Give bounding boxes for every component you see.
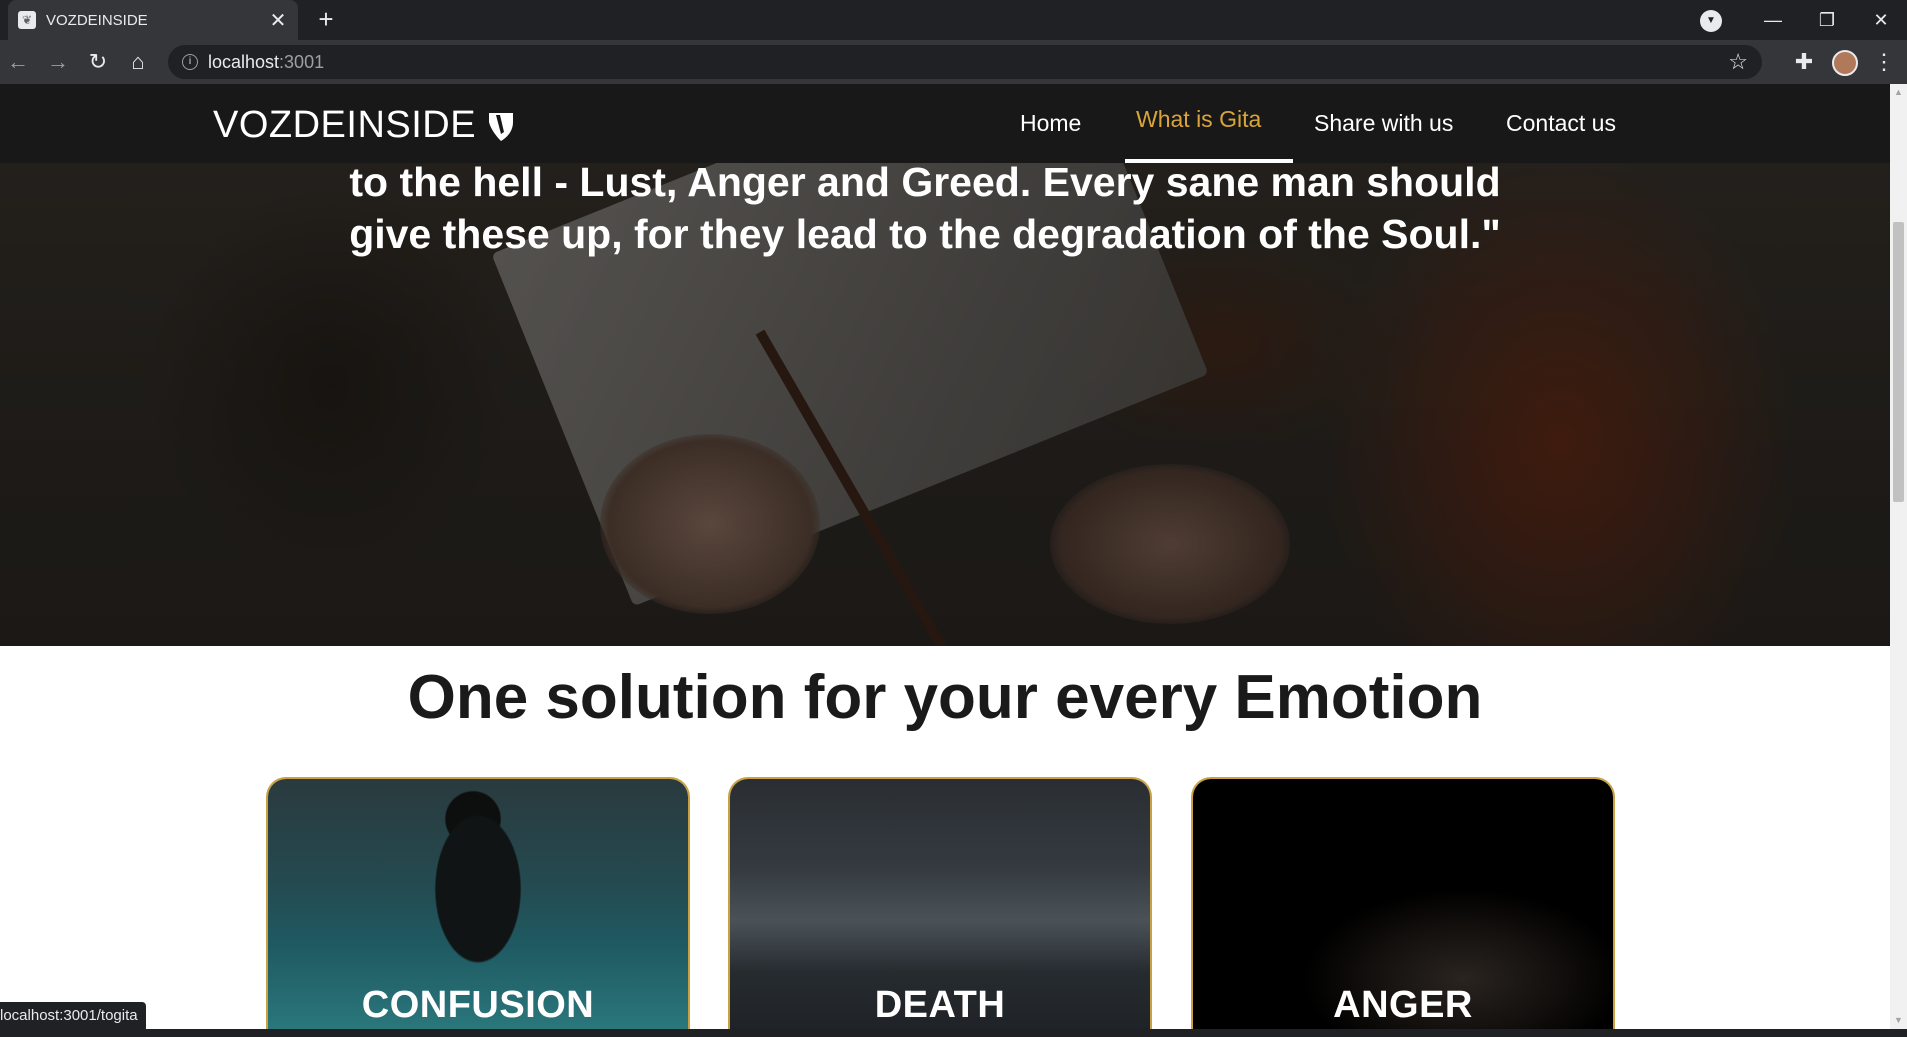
quote-line: to the hell - Lust, Anger and Greed. Eve…	[349, 159, 1501, 205]
page-scrollbar[interactable]: ▲ ▼	[1890, 84, 1907, 1029]
scrollbar-thumb[interactable]	[1893, 222, 1904, 502]
browser-tab[interactable]: ❦ VOZDEINSIDE ✕	[8, 0, 298, 40]
restore-icon[interactable]: ❐	[1803, 4, 1851, 36]
address-bar[interactable]: i localhost:3001 ☆	[168, 45, 1762, 79]
section-title: One solution for your every Emotion	[407, 663, 1483, 732]
nav-what-is-gita[interactable]: What is Gita	[1136, 106, 1261, 133]
scroll-up-icon[interactable]: ▲	[1890, 84, 1907, 101]
nav-home[interactable]: Home	[1020, 110, 1081, 137]
info-icon[interactable]: i	[182, 54, 198, 70]
site-navbar: VOZDEINSIDE Home What is Gita Share with…	[0, 84, 1890, 163]
brand-logo[interactable]: VOZDEINSIDE	[213, 104, 516, 147]
scroll-down-icon[interactable]: ▼	[1890, 1012, 1907, 1029]
browser-toolbar: ← → ↻ ⌂ i localhost:3001 ☆ ✚ ⋮	[0, 40, 1907, 84]
card-label: DEATH	[874, 984, 1006, 1026]
brand-name: VOZDEINSIDE	[213, 104, 477, 146]
active-nav-indicator	[1125, 159, 1293, 163]
nav-share-with-us[interactable]: Share with us	[1314, 110, 1453, 137]
minimize-icon[interactable]: —	[1749, 4, 1797, 36]
card-label: ANGER	[1333, 984, 1473, 1026]
window-bottom-edge	[0, 1029, 1907, 1037]
tab-search-icon[interactable]: ▼	[1700, 10, 1722, 32]
tab-title: VOZDEINSIDE	[46, 11, 148, 29]
kebab-menu-icon[interactable]: ⋮	[1870, 48, 1898, 76]
emotion-card-death[interactable]: DEATH	[728, 777, 1152, 1029]
emotion-card-anger[interactable]: ANGER	[1191, 777, 1615, 1029]
quote-line: give these up, for they lead to the degr…	[349, 211, 1501, 257]
nav-contact-us[interactable]: Contact us	[1506, 110, 1616, 137]
hero-quote: to the hell - Lust, Anger and Greed. Eve…	[0, 156, 1850, 260]
url-text: localhost:3001	[208, 52, 325, 72]
close-tab-icon[interactable]: ✕	[268, 8, 288, 33]
site-favicon-icon: ❦	[18, 11, 36, 29]
card-label: CONFUSION	[361, 984, 595, 1026]
puzzle-icon[interactable]: ✚	[1790, 48, 1818, 76]
reload-icon[interactable]: ↻	[84, 48, 112, 76]
back-arrow-icon[interactable]: ←	[4, 48, 32, 76]
page-viewport: to the hell - Lust, Anger and Greed. Eve…	[0, 84, 1907, 1029]
emotion-card-confusion[interactable]: CONFUSION	[266, 777, 690, 1029]
star-icon[interactable]: ☆	[1728, 49, 1748, 75]
shield-logo-icon	[489, 112, 514, 141]
browser-tab-strip: ❦ VOZDEINSIDE ✕ + ▼ — ❐ ✕	[0, 0, 1907, 40]
window-close-icon[interactable]: ✕	[1857, 4, 1905, 36]
home-icon[interactable]: ⌂	[124, 48, 152, 76]
profile-avatar[interactable]	[1832, 50, 1858, 76]
new-tab-button[interactable]: +	[312, 6, 340, 34]
forward-arrow-icon[interactable]: →	[44, 48, 72, 76]
hero-banner: to the hell - Lust, Anger and Greed. Eve…	[0, 84, 1890, 646]
link-status-tooltip: localhost:3001/togita	[0, 1002, 146, 1029]
